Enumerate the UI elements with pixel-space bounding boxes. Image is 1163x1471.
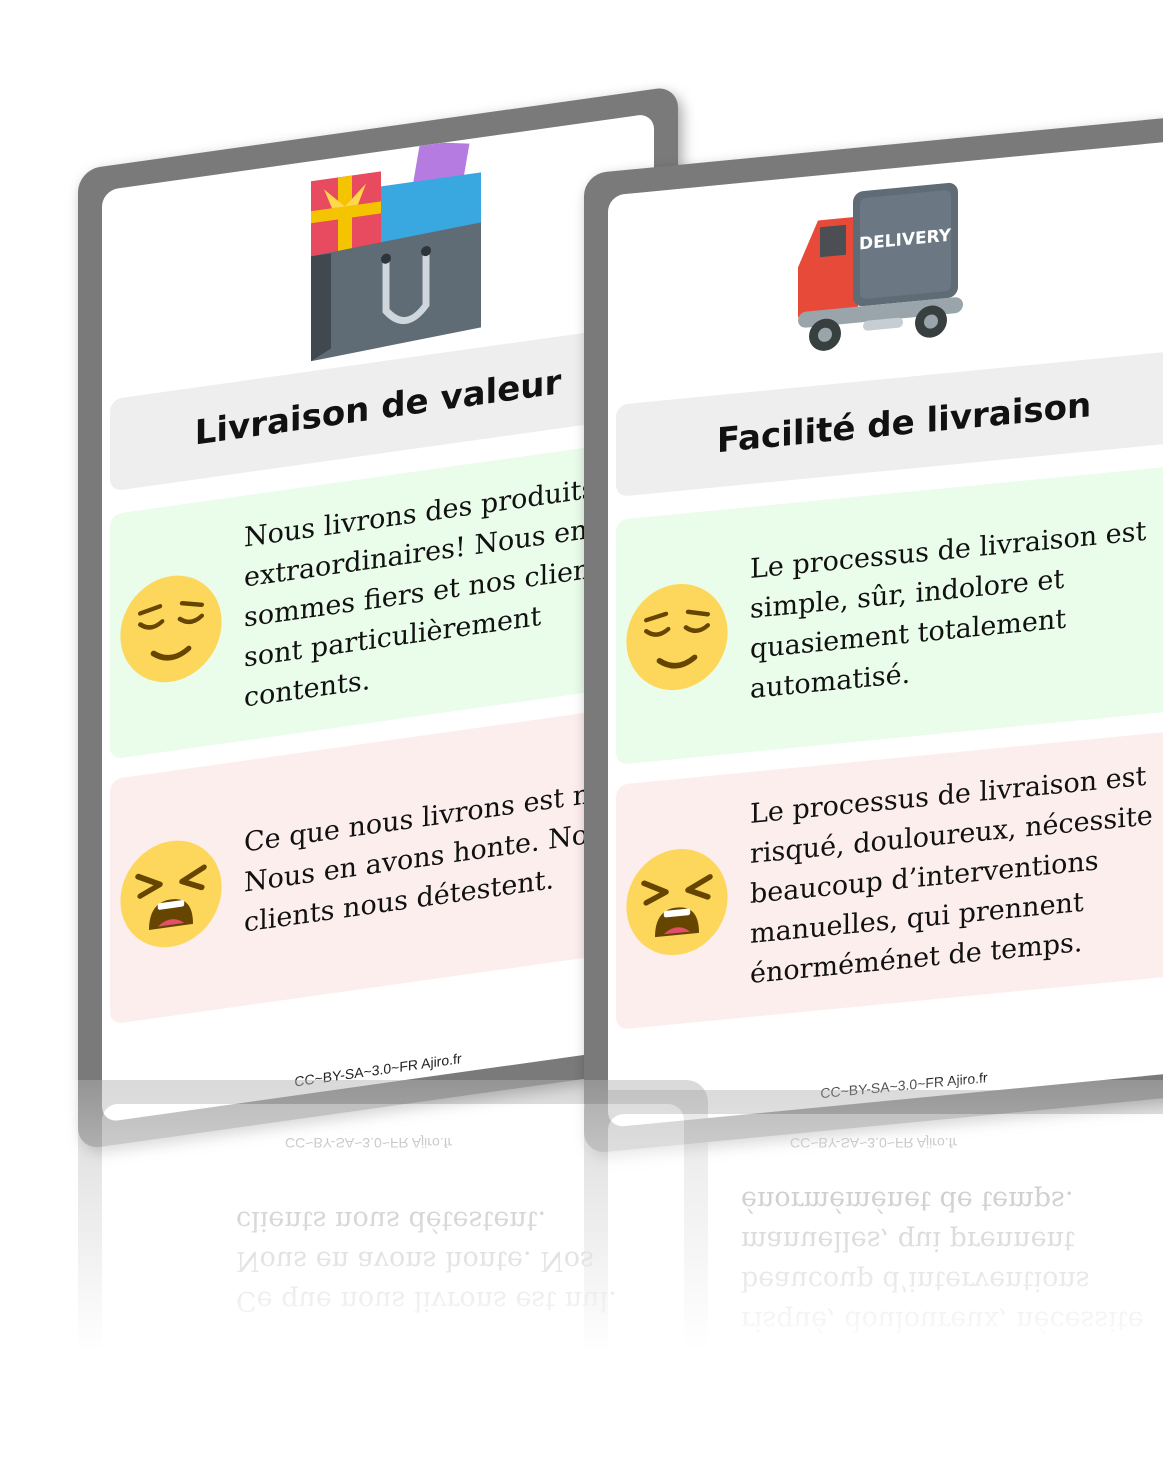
good-panel: Nous livrons des produits extraordinaire…: [110, 439, 646, 760]
bad-text: Le processus de livraison est risqué, do…: [750, 760, 1153, 990]
bad-panel: Ce que nous livrons est nul. Nous en avo…: [110, 704, 646, 1025]
good-text: Le processus de livraison est simple, sû…: [750, 515, 1147, 705]
card-title: Livraison de valeur: [194, 362, 562, 454]
bad-text: Ce que nous livrons est nul. Nous en avo…: [244, 774, 625, 939]
good-panel: Le processus de livraison est simple, sû…: [616, 464, 1163, 765]
good-text: Nous livrons des produits extraordinaire…: [244, 472, 616, 714]
card-title: Facilité de livraison: [716, 385, 1092, 462]
delivery-truck-icon: DELIVERY: [798, 182, 963, 351]
tired-face-icon: [626, 848, 728, 955]
card-scene: Livraison de valeur Nous livrons des pro…: [0, 0, 1163, 1471]
card-reflection: CC~BY-SA~3.0~FR Ajiro.fr CC~BY-SA~3.0~FR…: [0, 1080, 1163, 1400]
card-inner: DELIVERY Facilité de livraison Le proces…: [608, 138, 1163, 1128]
card-icon-area: DELIVERY: [608, 139, 1163, 396]
tired-face-icon: [120, 840, 222, 947]
card-facilite-de-livraison: DELIVERY Facilité de livraison Le proces…: [584, 112, 1163, 1155]
card-inner: Livraison de valeur Nous livrons des pro…: [102, 113, 654, 1123]
relieved-face-icon: [626, 583, 728, 690]
relieved-face-icon: [120, 575, 222, 682]
reflection-fade: [0, 1080, 1163, 1400]
bad-panel: Le processus de livraison est risqué, do…: [616, 729, 1163, 1030]
